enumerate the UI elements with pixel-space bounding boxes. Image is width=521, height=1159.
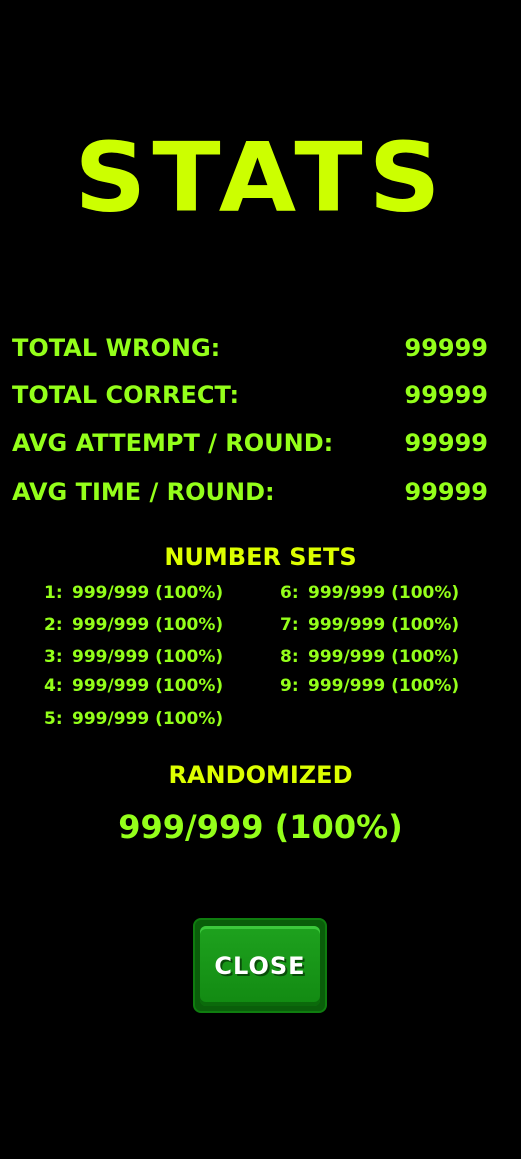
number-set-item: 6: 999/999 (100%) [280,583,460,603]
close-button-label: CLOSE [200,925,320,1006]
number-set-item: 9: 999/999 (100%) [280,676,460,696]
page-title: STATS [74,121,447,234]
number-set-item: 5: 999/999 (100%) [44,709,224,729]
stat-row-total-correct: TOTAL CORRECT: 99999 [12,378,488,412]
number-set-item: 8: 999/999 (100%) [280,647,460,667]
stat-label: AVG ATTEMPT / ROUND: [12,429,334,457]
close-button[interactable]: CLOSE [193,918,327,1013]
stat-value: 99999 [404,429,489,457]
stat-label: TOTAL WRONG: [12,334,221,362]
randomized-value: 999/999 (100%) [118,808,403,846]
number-set-item: 7: 999/999 (100%) [280,615,460,635]
stat-value: 99999 [404,478,489,506]
stat-row-avg-attempt: AVG ATTEMPT / ROUND: 99999 [12,426,488,460]
stat-row-total-wrong: TOTAL WRONG: 99999 [12,331,488,365]
stat-label: TOTAL CORRECT: [12,381,240,409]
number-set-item: 1: 999/999 (100%) [44,583,224,603]
stat-row-avg-time: AVG TIME / ROUND: 99999 [12,475,488,509]
number-set-item: 4: 999/999 (100%) [44,676,224,696]
stat-value: 99999 [404,381,489,409]
number-sets-title: NUMBER SETS [164,543,357,571]
number-set-item: 3: 999/999 (100%) [44,647,224,667]
number-set-item: 2: 999/999 (100%) [44,615,224,635]
randomized-title: RANDOMIZED [168,761,353,789]
stat-label: AVG TIME / ROUND: [12,478,275,506]
stat-value: 99999 [404,334,489,362]
